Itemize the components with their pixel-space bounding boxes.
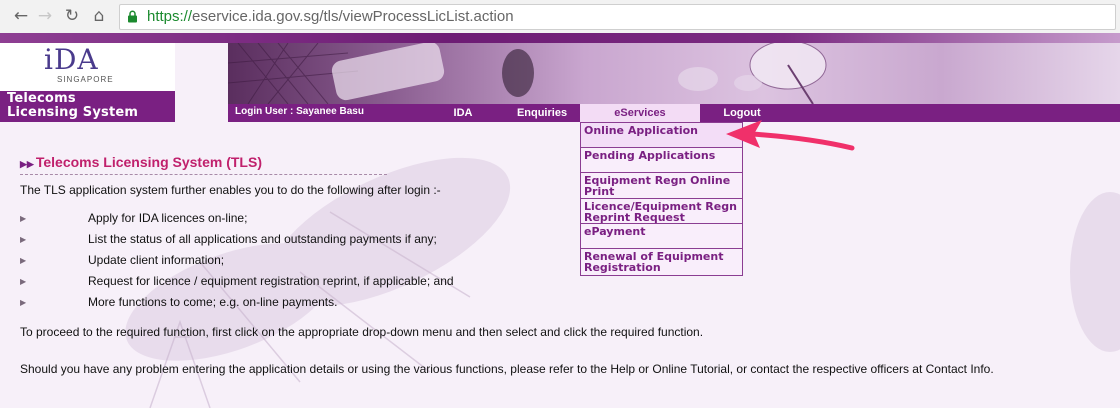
url-path: eservice.ida.gov.sg/tls/viewProcessLicLi… xyxy=(192,8,514,25)
ida-logo[interactable]: iDA SINGAPORE xyxy=(0,43,175,91)
dropdown-item-epayment[interactable]: ePayment xyxy=(581,224,742,249)
intro-text: The TLS application system further enabl… xyxy=(20,183,441,197)
header-stripe xyxy=(0,33,1120,43)
list-item-text: List the status of all applications and … xyxy=(88,232,437,246)
eservices-dropdown: Online Application Pending Applications … xyxy=(580,122,743,276)
menu-eservices[interactable]: eServices xyxy=(580,104,700,122)
list-item-text: More functions to come; e.g. on-line pay… xyxy=(88,295,338,309)
url-scheme: https:// xyxy=(147,8,193,25)
instruction-paragraph: To proceed to the required function, fir… xyxy=(20,325,704,339)
list-item-text: Apply for IDA licences on-line; xyxy=(88,211,248,225)
bullet-icon: ▶ xyxy=(20,214,27,223)
help-paragraph: Should you have any problem entering the… xyxy=(20,362,994,376)
system-title-line2: Licensing System xyxy=(7,105,139,120)
title-divider xyxy=(20,174,387,175)
system-title-line1: Telecoms xyxy=(7,91,76,106)
logo-subtext: SINGAPORE xyxy=(57,75,114,84)
double-arrow-icon: ▶▶ xyxy=(20,159,34,169)
list-item-text: Update client information; xyxy=(88,253,225,267)
dropdown-item-reprint-request[interactable]: Licence/Equipment Regn Reprint Request xyxy=(581,199,742,224)
back-arrow-icon[interactable]: ← xyxy=(10,5,32,27)
menu-ida[interactable]: IDA xyxy=(443,104,483,122)
dropdown-item-pending-applications[interactable]: Pending Applications xyxy=(581,148,742,173)
menu-enquiries[interactable]: Enquiries xyxy=(508,104,576,122)
header-banner-image xyxy=(228,43,1120,104)
bullet-icon: ▶ xyxy=(20,298,27,307)
page-title: ▶▶ Telecoms Licensing System (TLS) xyxy=(20,154,262,170)
annotation-arrow-icon xyxy=(726,120,855,151)
reload-icon[interactable]: ↻ xyxy=(61,5,83,27)
dropdown-item-renewal-equipment-registration[interactable]: Renewal of Equipment Registration xyxy=(581,249,742,275)
lock-icon xyxy=(128,10,137,23)
page-title-text: Telecoms Licensing System (TLS) xyxy=(35,154,262,170)
dropdown-item-online-application[interactable]: Online Application xyxy=(581,123,742,148)
browser-toolbar: ← → ↻ ⌂ https://eservice.ida.gov.sg/tls/… xyxy=(0,0,1120,34)
login-user-label: Login User : Sayanee Basu xyxy=(235,106,364,117)
logo-text: iDA xyxy=(44,43,99,76)
bullet-icon: ▶ xyxy=(20,256,27,265)
system-title: Telecoms Licensing System xyxy=(7,92,138,120)
bullet-icon: ▶ xyxy=(20,235,27,244)
home-icon[interactable]: ⌂ xyxy=(88,5,110,27)
forward-arrow-icon[interactable]: → xyxy=(34,5,56,27)
dropdown-item-equipment-regn-online-print[interactable]: Equipment Regn Online Print xyxy=(581,173,742,199)
main-menu-bar: Login User : Sayanee Basu IDA Enquiries … xyxy=(228,104,1120,122)
satellite-dish-banner-art xyxy=(228,43,827,104)
bullet-icon: ▶ xyxy=(20,277,27,286)
list-item-text: Request for licence / equipment registra… xyxy=(88,274,454,288)
address-bar[interactable]: https://eservice.ida.gov.sg/tls/viewProc… xyxy=(119,4,1116,30)
url-text: https://eservice.ida.gov.sg/tls/viewProc… xyxy=(147,8,514,25)
system-title-box: Telecoms Licensing System xyxy=(0,91,175,122)
